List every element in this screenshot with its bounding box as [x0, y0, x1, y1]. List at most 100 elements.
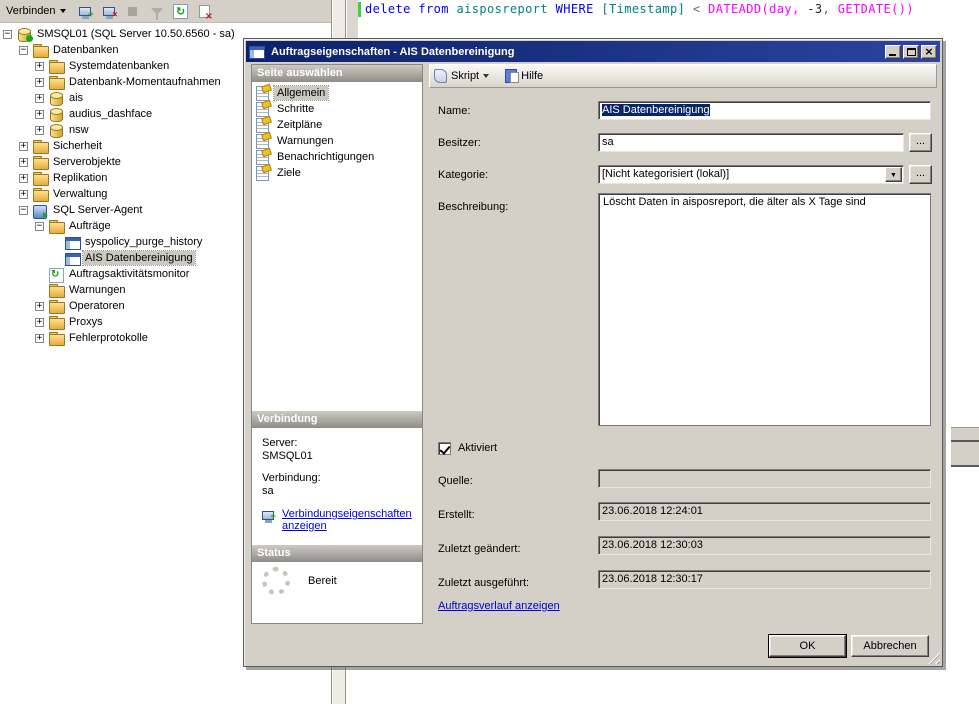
connection-header: Verbindung [252, 411, 422, 428]
refresh-icon[interactable]: ↻ [172, 2, 190, 20]
page-icon [256, 166, 269, 181]
page-item-label[interactable]: Warnungen [274, 134, 336, 148]
page-item-allgemein[interactable]: Allgemein [252, 85, 422, 101]
tree-item-label[interactable]: Replikation [51, 171, 109, 185]
description-textarea[interactable]: Löscht Daten in aisposreport, die älter … [598, 193, 931, 426]
status-header: Status [252, 545, 422, 562]
executed-value: 23.06.2018 12:30:17 [598, 570, 931, 589]
ok-button[interactable]: OK [769, 635, 846, 657]
collapse-icon[interactable]: − [3, 30, 12, 39]
object-explorer-toolbar: Verbinden + × ↻ [0, 0, 331, 23]
category-select[interactable]: [Nicht kategorisiert (lokal)] ▼ [598, 165, 904, 184]
expand-icon[interactable]: + [35, 126, 44, 135]
dialog-titlebar[interactable]: Auftragseigenschaften - AIS Datenbereini… [246, 41, 940, 62]
expand-icon[interactable]: + [19, 190, 28, 199]
expand-icon[interactable]: + [35, 110, 44, 119]
tree-item-label[interactable]: ais [67, 91, 85, 105]
expand-icon[interactable]: + [35, 334, 44, 343]
category-label: Kategorie: [438, 169, 488, 181]
expand-icon[interactable]: + [35, 62, 44, 71]
page-icon [256, 102, 269, 117]
tree-item-label[interactable]: nsw [67, 123, 91, 137]
page-item-label[interactable]: Benachrichtigungen [274, 150, 377, 164]
tree-item-label[interactable]: Systemdatenbanken [67, 59, 171, 73]
running-badge-icon [26, 35, 33, 42]
help-button[interactable]: Hilfe [521, 70, 543, 82]
connection-properties-link[interactable]: Verbindungseigenschaftenanzeigen [282, 508, 412, 532]
folder-icon [33, 44, 47, 57]
created-value: 23.06.2018 12:24:01 [598, 502, 931, 521]
expand-icon[interactable]: + [35, 78, 44, 87]
tree-item-label[interactable]: Aufträge [67, 219, 113, 233]
tree-item-label[interactable]: Auftragsaktivitätsmonitor [67, 267, 191, 281]
page-item-label[interactable]: Zeitpläne [274, 118, 325, 132]
tree-item-label[interactable]: AIS Datenbereinigung [83, 251, 195, 265]
collapse-icon[interactable]: − [19, 206, 28, 215]
minimize-button[interactable] [885, 45, 901, 59]
script-button[interactable]: Skript [451, 70, 479, 82]
folder-icon [49, 316, 63, 329]
tree-item-label[interactable]: Datenbanken [51, 43, 120, 57]
tree-item-label[interactable]: audius_dashface [67, 107, 154, 121]
dialog-title: Auftragseigenschaften - AIS Datenbereini… [271, 46, 883, 58]
page-item-zeitpläne[interactable]: Zeitpläne [252, 117, 422, 133]
page-item-benachrichtigungen[interactable]: Benachrichtigungen [252, 149, 422, 165]
expand-icon[interactable]: + [35, 94, 44, 103]
tree-item-label[interactable]: Operatoren [67, 299, 127, 313]
expand-icon[interactable]: + [35, 302, 44, 311]
connect-icon[interactable]: + [76, 2, 94, 20]
page-icon [256, 150, 269, 165]
page-item-schritte[interactable]: Schritte [252, 101, 422, 117]
expand-icon[interactable]: + [19, 174, 28, 183]
tree-item-label[interactable]: Datenbank-Momentaufnahmen [67, 75, 223, 89]
category-browse-button[interactable]: ... [909, 165, 932, 184]
page-item-label[interactable]: Allgemein [274, 86, 328, 100]
collapse-icon[interactable]: − [35, 222, 44, 231]
folder-icon [33, 188, 47, 201]
page-item-label[interactable]: Ziele [274, 166, 304, 180]
page-item-label[interactable]: Schritte [274, 102, 317, 116]
executed-label: Zuletzt ausgeführt: [438, 577, 529, 589]
enabled-checkbox[interactable] [438, 442, 451, 455]
tree-item-label[interactable]: Warnungen [67, 283, 127, 297]
tree-item-label[interactable]: SQL Server-Agent [51, 203, 144, 217]
connection-value: sa [252, 485, 422, 498]
help-icon [505, 69, 517, 83]
chevron-down-icon[interactable] [483, 74, 489, 78]
folder-icon [33, 156, 47, 169]
status-text: Bereit [308, 575, 337, 587]
page-item-warnungen[interactable]: Warnungen [252, 133, 422, 149]
page-item-ziele[interactable]: Ziele [252, 165, 422, 181]
modified-value: 23.06.2018 12:30:03 [598, 536, 931, 555]
close-button[interactable]: × [921, 45, 937, 59]
combo-arrow-icon[interactable]: ▼ [885, 167, 902, 182]
tree-item-label[interactable]: syspolicy_purge_history [83, 235, 204, 249]
owner-browse-button[interactable]: ... [909, 133, 932, 152]
background-divider [951, 465, 979, 467]
tree-item-label[interactable]: SMSQL01 (SQL Server 10.50.6560 - sa) [35, 27, 237, 41]
job-icon [65, 252, 79, 265]
maximize-button[interactable] [903, 45, 919, 59]
sql-token: GETDATE()) [838, 2, 914, 16]
tree-item-label[interactable]: Fehlerprotokolle [67, 331, 150, 345]
connect-dropdown-button[interactable]: Verbinden [2, 3, 70, 19]
script-error-icon[interactable] [196, 2, 214, 20]
folder-icon [49, 300, 63, 313]
collapse-icon[interactable]: − [19, 46, 28, 55]
expand-icon[interactable]: + [19, 142, 28, 151]
tree-item-label[interactable]: Verwaltung [51, 187, 109, 201]
expand-icon[interactable]: + [19, 158, 28, 167]
expand-icon[interactable]: + [35, 318, 44, 327]
tree-item-label[interactable]: Serverobjekte [51, 155, 123, 169]
name-input[interactable]: AIS Datenbereinigung [598, 101, 931, 120]
enabled-label: Aktiviert [458, 442, 497, 454]
tree-item-label[interactable]: Sicherheit [51, 139, 104, 153]
server-value: SMSQL01 [252, 450, 422, 463]
job-history-link[interactable]: Auftragsverlauf anzeigen [438, 600, 560, 612]
sql-line[interactable]: delete from aisposreport WHERE [Timestam… [365, 2, 914, 17]
owner-input[interactable]: sa [598, 133, 904, 152]
script-icon [434, 69, 447, 83]
tree-item-label[interactable]: Proxys [67, 315, 105, 329]
disconnect-icon[interactable]: × [100, 2, 118, 20]
cancel-button[interactable]: Abbrechen [851, 635, 929, 657]
